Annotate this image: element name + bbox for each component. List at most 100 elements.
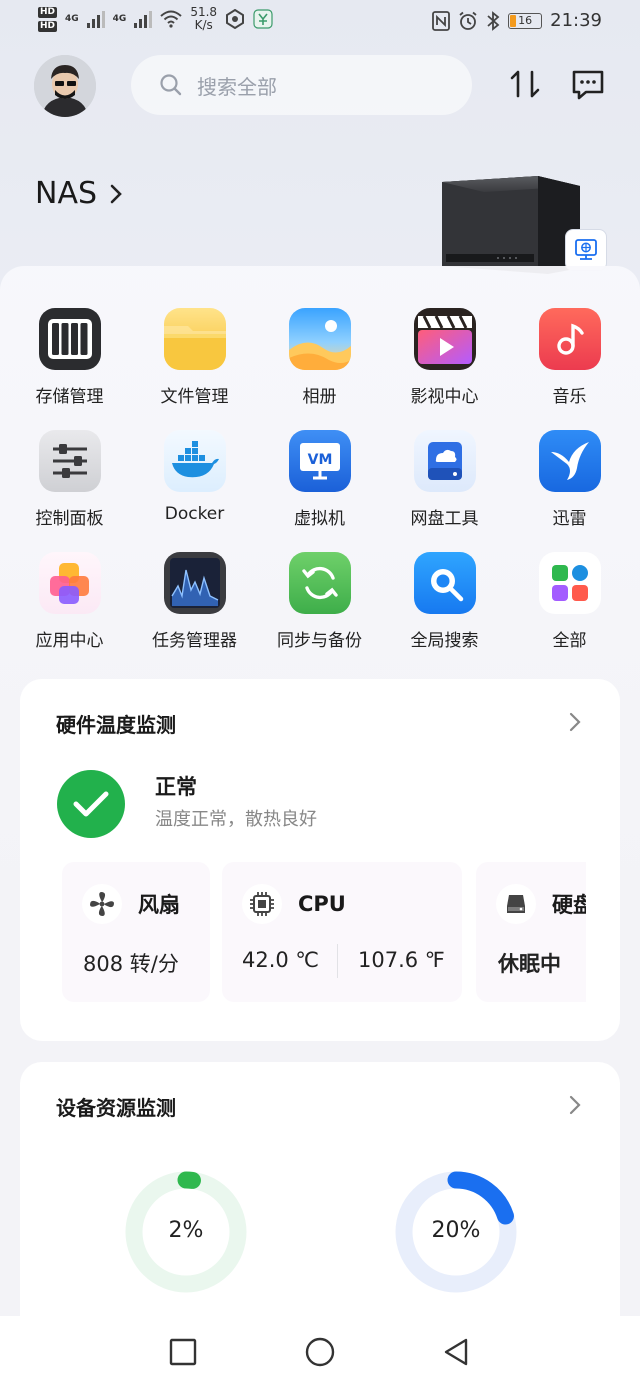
- message-icon[interactable]: [570, 66, 606, 102]
- app-label: 虚拟机: [294, 509, 345, 529]
- gauge-value-1: 2%: [168, 1218, 204, 1243]
- app-label: 影视中心: [410, 387, 479, 407]
- resource-card-title: 设备资源监测: [56, 1096, 176, 1120]
- docker-icon: [163, 430, 226, 492]
- app-all[interactable]: 全部: [507, 552, 632, 654]
- chevron-right-icon[interactable]: [568, 1095, 582, 1115]
- chevron-right-icon[interactable]: [568, 712, 582, 732]
- globe-monitor-icon: [575, 239, 597, 260]
- web-access-button[interactable]: [565, 229, 607, 271]
- task-manager-icon: [163, 552, 226, 614]
- app-docker[interactable]: Docker: [132, 430, 257, 532]
- app-label: Docker: [164, 504, 225, 524]
- battery-icon: 16: [508, 12, 543, 29]
- app-label: 相册: [302, 387, 337, 407]
- network-type-1: 4G: [65, 14, 79, 24]
- music-icon: [538, 308, 601, 370]
- app-center-icon: [38, 552, 101, 614]
- cpu-label: CPU: [298, 892, 346, 916]
- fan-speed: 808 转/分: [83, 952, 179, 976]
- recent-apps-button[interactable]: [167, 1336, 199, 1368]
- temperature-card-title: 硬件温度监测: [56, 713, 176, 737]
- photo-icon: [288, 308, 351, 370]
- fan-label: 风扇: [138, 893, 180, 917]
- app-label: 存储管理: [35, 387, 104, 407]
- sensor-carousel[interactable]: 风扇 808 转/分 CPU 42.0 ℃ 107.6 ℉ 硬盘 休眠中: [62, 862, 586, 1002]
- fan-stat: 风扇 808 转/分: [62, 862, 210, 1002]
- disk-status: 休眠中: [498, 952, 561, 976]
- folder-icon: [163, 308, 226, 370]
- divider: [337, 944, 338, 978]
- hd-sim1: HD: [38, 6, 58, 18]
- status-subtitle: 温度正常，散热良好: [155, 809, 317, 830]
- gauge-value-2: 20%: [431, 1218, 481, 1243]
- device-selector[interactable]: NAS: [35, 176, 123, 211]
- vm-icon: VM: [288, 430, 351, 492]
- nfc-icon: [432, 10, 451, 31]
- bluetooth-icon: [487, 10, 500, 31]
- all-apps-icon: [538, 552, 601, 614]
- wifi-icon: [160, 10, 182, 28]
- app-video-center[interactable]: 影视中心: [382, 308, 507, 410]
- back-button[interactable]: [440, 1336, 472, 1368]
- app-task-manager[interactable]: 任务管理器: [132, 552, 257, 654]
- app-label: 迅雷: [552, 509, 587, 529]
- app-control-panel[interactable]: 控制面板: [7, 430, 132, 532]
- app-virtual-machine[interactable]: VM 虚拟机: [257, 430, 382, 532]
- hd-sim2: HD: [38, 20, 58, 32]
- network-type-2: 4G: [112, 14, 127, 24]
- search-bar[interactable]: 搜索全部: [131, 55, 472, 115]
- disk-icon: [496, 884, 536, 924]
- app-thunder[interactable]: 迅雷: [507, 430, 632, 532]
- app-label: 文件管理: [160, 387, 229, 407]
- speed-unit: K/s: [194, 18, 213, 32]
- hd-indicators: HD HD: [38, 6, 58, 32]
- cloud-drive-icon: [413, 430, 476, 492]
- video-icon: [413, 308, 476, 370]
- signal-icon-2: [134, 10, 153, 28]
- sync-icon: [288, 552, 351, 614]
- status-ok-icon: [57, 770, 125, 838]
- app-music[interactable]: 音乐: [507, 308, 632, 410]
- app-app-center[interactable]: 应用中心: [7, 552, 132, 654]
- storage-icon: [38, 308, 101, 370]
- fan-icon: [82, 884, 122, 924]
- disk-label: 硬盘: [552, 893, 586, 917]
- app-label: 同步与备份: [277, 631, 362, 651]
- status-title: 正常: [155, 775, 197, 799]
- cpu-temp-celsius: 42.0 ℃: [242, 948, 320, 972]
- search-icon: [160, 74, 182, 96]
- app-cloud-drive-tools[interactable]: 网盘工具: [382, 430, 507, 532]
- app-label: 应用中心: [35, 631, 104, 651]
- control-panel-icon: [38, 430, 101, 492]
- signal-icon: [86, 10, 105, 28]
- cpu-icon: [242, 884, 282, 924]
- status-bar: HD HD 4G 4G 51.8 K/s 16 21:39: [0, 0, 640, 44]
- app-label: 网盘工具: [410, 509, 479, 529]
- app-sync-backup[interactable]: 同步与备份: [257, 552, 382, 654]
- app-notification-icon: [226, 9, 245, 29]
- search-placeholder: 搜索全部: [197, 74, 277, 99]
- avatar[interactable]: [34, 55, 96, 117]
- app-storage[interactable]: 存储管理: [7, 308, 132, 410]
- app-grid: 存储管理 文件管理 相册 影视中心 音乐 控制面板 Docker VM 虚拟机 …: [7, 308, 633, 654]
- thunder-icon: [538, 430, 601, 492]
- system-nav-bar: [0, 1316, 640, 1387]
- device-name: NAS: [35, 176, 98, 211]
- alarm-icon: [459, 11, 477, 30]
- home-button[interactable]: [304, 1336, 336, 1368]
- transfer-icon[interactable]: [507, 66, 543, 102]
- app-label: 任务管理器: [152, 631, 237, 651]
- app-label: 全局搜索: [410, 631, 479, 651]
- disk-stat: 硬盘 休眠中: [476, 862, 586, 1002]
- app-file-manager[interactable]: 文件管理: [132, 308, 257, 410]
- svg-text:VM: VM: [307, 452, 332, 468]
- app-photos[interactable]: 相册: [257, 308, 382, 410]
- app-label: 控制面板: [35, 509, 104, 529]
- global-search-icon: [413, 552, 476, 614]
- app-global-search[interactable]: 全局搜索: [382, 552, 507, 654]
- cpu-stat: CPU 42.0 ℃ 107.6 ℉: [222, 862, 462, 1002]
- cpu-temp-fahrenheit: 107.6 ℉: [358, 948, 445, 972]
- battery-level: 16: [518, 13, 533, 27]
- app-label: 音乐: [552, 387, 587, 407]
